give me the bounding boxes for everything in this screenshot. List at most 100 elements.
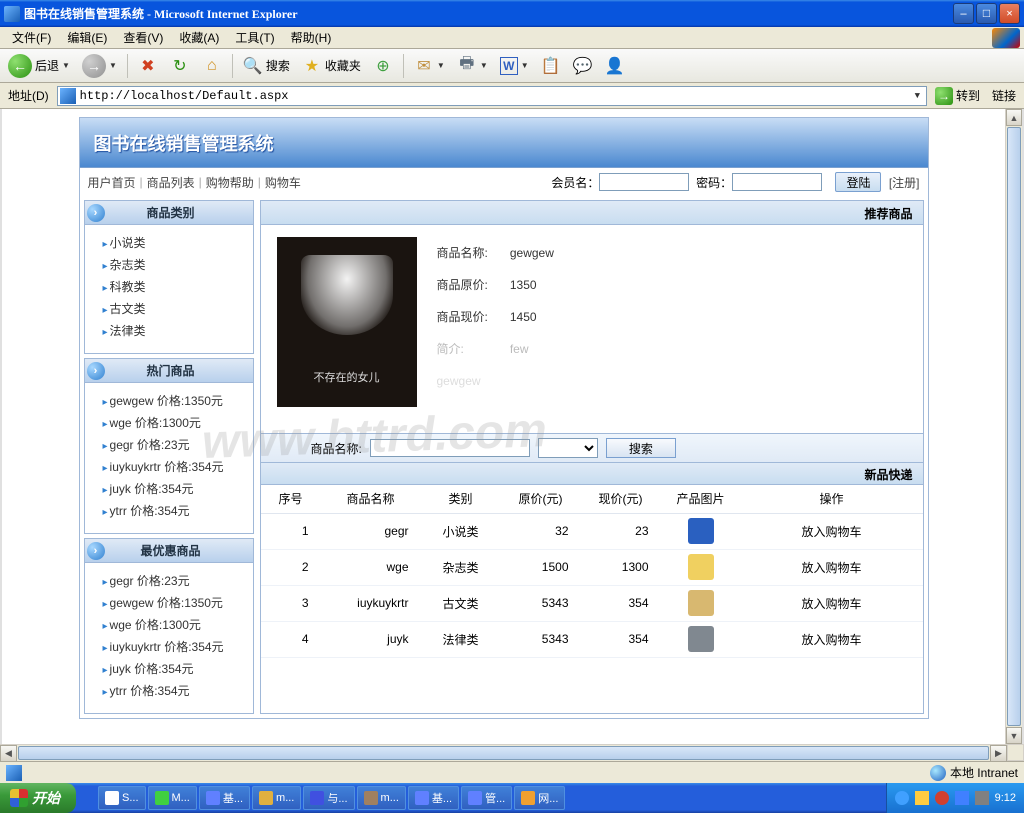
hot-item[interactable]: juyk 价格:354元 bbox=[103, 479, 247, 501]
task-label: M... bbox=[172, 792, 190, 804]
forward-icon: → bbox=[82, 54, 106, 78]
maximize-button[interactable]: □ bbox=[976, 3, 997, 24]
category-item[interactable]: 小说类 bbox=[103, 233, 247, 255]
hot-item[interactable]: wge 价格:1300元 bbox=[103, 413, 247, 435]
cell-name: iuykuykrtr bbox=[321, 585, 421, 621]
scroll-up-button[interactable]: ▲ bbox=[1006, 109, 1022, 126]
deal-item[interactable]: wge 价格:1300元 bbox=[103, 615, 247, 637]
clipboard-button[interactable]: 📋 bbox=[537, 53, 565, 79]
hot-item[interactable]: gewgew 价格:1350元 bbox=[103, 391, 247, 413]
nav-home[interactable]: 用户首页 bbox=[84, 174, 140, 191]
nav-list[interactable]: 商品列表 bbox=[143, 174, 199, 191]
address-label: 地址(D) bbox=[4, 87, 53, 104]
msn-icon[interactable] bbox=[992, 28, 1020, 48]
vertical-scrollbar[interactable]: ▲ ▼ bbox=[1005, 109, 1022, 744]
nav-cart[interactable]: 购物车 bbox=[261, 174, 305, 191]
username-input[interactable] bbox=[599, 173, 689, 191]
menu-help[interactable]: 帮助(H) bbox=[283, 27, 340, 48]
add-to-cart-link[interactable]: 放入购物车 bbox=[741, 513, 923, 549]
tray-icon[interactable] bbox=[955, 791, 969, 805]
tray-icon[interactable] bbox=[895, 791, 909, 805]
stop-button[interactable]: ✖ bbox=[134, 53, 162, 79]
taskbar-item[interactable]: 与... bbox=[303, 786, 354, 810]
taskbar-item[interactable]: M... bbox=[148, 786, 197, 810]
feature-name-label: 商品名称: bbox=[437, 237, 507, 269]
print-button[interactable]: 🖶▼ bbox=[453, 53, 492, 79]
panel-title: 热门商品 bbox=[111, 362, 231, 379]
register-link[interactable]: [注册] bbox=[885, 174, 924, 191]
taskbar-item[interactable]: 管... bbox=[461, 786, 512, 810]
feature-now-value: 1450 bbox=[510, 310, 537, 324]
search-button[interactable]: 搜索 bbox=[606, 438, 676, 458]
hot-item[interactable]: ytrr 价格:354元 bbox=[103, 501, 247, 523]
messenger-button[interactable]: 👤 bbox=[601, 53, 629, 79]
edit-button[interactable]: W▼ bbox=[496, 53, 533, 79]
minimize-button[interactable]: – bbox=[953, 3, 974, 24]
task-icon bbox=[155, 791, 169, 805]
scroll-thumb[interactable] bbox=[1007, 127, 1021, 726]
menu-edit[interactable]: 编辑(E) bbox=[59, 27, 115, 48]
taskbar-item[interactable]: m... bbox=[252, 786, 301, 810]
menu-favorites[interactable]: 收藏(A) bbox=[171, 27, 227, 48]
password-input[interactable] bbox=[732, 173, 822, 191]
toolbar-separator bbox=[232, 54, 233, 78]
links-label[interactable]: 链接 bbox=[988, 87, 1020, 104]
scroll-thumb[interactable] bbox=[18, 746, 989, 760]
taskbar-item[interactable]: m... bbox=[357, 786, 406, 810]
category-item[interactable]: 科教类 bbox=[103, 277, 247, 299]
deal-item[interactable]: gegr 价格:23元 bbox=[103, 571, 247, 593]
horizontal-scrollbar[interactable]: ◀ ▶ bbox=[0, 744, 1007, 761]
menu-view[interactable]: 查看(V) bbox=[115, 27, 171, 48]
deal-item[interactable]: ytrr 价格:354元 bbox=[103, 681, 247, 703]
add-to-cart-link[interactable]: 放入购物车 bbox=[741, 621, 923, 657]
tray-icon[interactable] bbox=[975, 791, 989, 805]
login-button[interactable]: 登陆 bbox=[835, 172, 881, 192]
scroll-left-button[interactable]: ◀ bbox=[0, 745, 17, 762]
category-item[interactable]: 古文类 bbox=[103, 299, 247, 321]
tray-icon[interactable] bbox=[915, 791, 929, 805]
address-input[interactable]: http://localhost/Default.aspx ▼ bbox=[57, 86, 927, 106]
hot-item[interactable]: iuykuykrtr 价格:354元 bbox=[103, 457, 247, 479]
deal-item[interactable]: iuykuykrtr 价格:354元 bbox=[103, 637, 247, 659]
start-button[interactable]: 开始 bbox=[0, 783, 76, 813]
hot-item[interactable]: gegr 价格:23元 bbox=[103, 435, 247, 457]
tray-icon[interactable] bbox=[935, 791, 949, 805]
search-name-input[interactable] bbox=[370, 439, 530, 457]
menu-file[interactable]: 文件(F) bbox=[4, 27, 59, 48]
home-button[interactable]: ⌂ bbox=[198, 53, 226, 79]
taskbar-item[interactable]: 基... bbox=[408, 786, 459, 810]
category-item[interactable]: 法律类 bbox=[103, 321, 247, 343]
task-icon bbox=[105, 791, 119, 805]
search-button[interactable]: 🔍 搜索 bbox=[239, 53, 294, 79]
menu-tools[interactable]: 工具(T) bbox=[227, 27, 282, 48]
cell-img bbox=[661, 513, 741, 549]
scroll-down-button[interactable]: ▼ bbox=[1006, 727, 1022, 744]
back-button[interactable]: ← 后退 ▼ bbox=[4, 53, 74, 79]
scroll-right-button[interactable]: ▶ bbox=[990, 745, 1007, 762]
refresh-button[interactable]: ↻ bbox=[166, 53, 194, 79]
search-category-select[interactable] bbox=[538, 438, 598, 458]
panel-hot: › 热门商品 gewgew 价格:1350元wge 价格:1300元gegr 价… bbox=[84, 358, 254, 534]
add-to-cart-link[interactable]: 放入购物车 bbox=[741, 549, 923, 585]
task-label: 基... bbox=[432, 790, 452, 806]
favorites-button[interactable]: ★ 收藏夹 bbox=[298, 53, 365, 79]
forward-button[interactable]: → ▼ bbox=[78, 53, 121, 79]
nav-help[interactable]: 购物帮助 bbox=[202, 174, 258, 191]
address-dropdown-icon[interactable]: ▼ bbox=[911, 91, 924, 101]
taskbar-item[interactable]: 基... bbox=[199, 786, 250, 810]
deal-item[interactable]: juyk 价格:354元 bbox=[103, 659, 247, 681]
go-button[interactable]: → 转到 bbox=[931, 86, 984, 106]
window-title: 图书在线销售管理系统 - Microsoft Internet Explorer bbox=[24, 5, 953, 22]
taskbar-item[interactable]: 网... bbox=[514, 786, 565, 810]
mail-button[interactable]: ✉▼ bbox=[410, 53, 449, 79]
task-label: 管... bbox=[485, 790, 505, 806]
discuss-button[interactable]: 💬 bbox=[569, 53, 597, 79]
deal-item[interactable]: gewgew 价格:1350元 bbox=[103, 593, 247, 615]
task-label: m... bbox=[381, 792, 399, 804]
taskbar-item[interactable]: S... bbox=[98, 786, 146, 810]
close-button[interactable]: × bbox=[999, 3, 1020, 24]
forward-dropdown-icon: ▼ bbox=[109, 61, 117, 70]
history-button[interactable]: ⊕ bbox=[369, 53, 397, 79]
category-item[interactable]: 杂志类 bbox=[103, 255, 247, 277]
add-to-cart-link[interactable]: 放入购物车 bbox=[741, 585, 923, 621]
